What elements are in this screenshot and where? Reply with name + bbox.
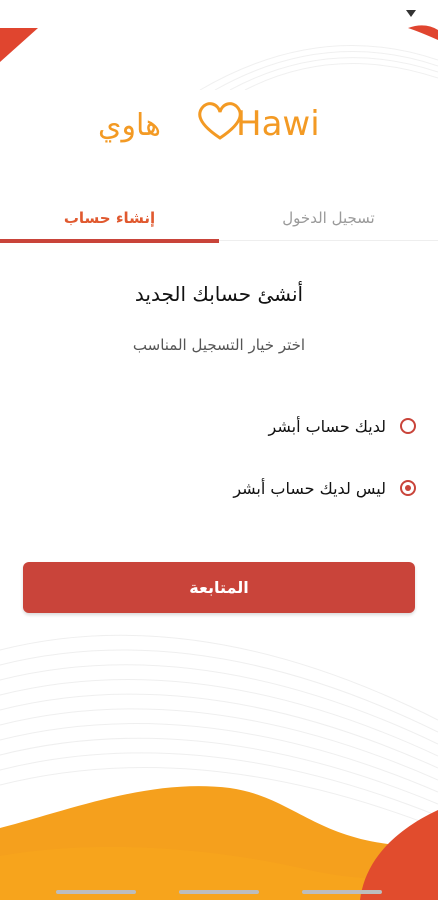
auth-tabs: تسجيل الدخول إنشاء حساب bbox=[0, 196, 438, 243]
radio-no-absher[interactable] bbox=[400, 480, 416, 496]
tab-login-label: تسجيل الدخول bbox=[282, 209, 375, 227]
page-subtitle: اختر خيار التسجيل المناسب bbox=[132, 336, 306, 354]
option-no-absher-label: ليس لديك حساب أبشر bbox=[233, 478, 386, 498]
app-logo: هاوي Hawi bbox=[98, 98, 348, 160]
logo-english-text: Hawi bbox=[236, 104, 320, 144]
continue-button[interactable]: المتابعة bbox=[23, 562, 415, 613]
tab-register-label: إنشاء حساب bbox=[63, 209, 156, 227]
option-no-absher[interactable]: ليس لديك حساب أبشر bbox=[233, 472, 416, 504]
system-nav-bar bbox=[0, 878, 438, 900]
option-has-absher[interactable]: لديك حساب أبشر bbox=[269, 410, 416, 442]
nav-recent-button[interactable] bbox=[56, 890, 136, 894]
tab-login[interactable]: تسجيل الدخول bbox=[219, 196, 438, 240]
page-title: أنشئ حسابك الجديد bbox=[134, 282, 304, 306]
logo-arabic-text: هاوي bbox=[98, 108, 161, 143]
nav-home-button[interactable] bbox=[179, 890, 259, 894]
bottom-decoration bbox=[0, 634, 438, 900]
top-decoration bbox=[0, 25, 438, 90]
nav-back-button[interactable] bbox=[302, 890, 382, 894]
active-tab-indicator bbox=[0, 239, 219, 243]
option-has-absher-label: لديك حساب أبشر bbox=[268, 416, 386, 436]
radio-has-absher[interactable] bbox=[400, 418, 416, 434]
register-screen: هاوي Hawi تسجيل الدخول إنشاء حساب أنشئ ح… bbox=[0, 0, 438, 900]
tab-register[interactable]: إنشاء حساب bbox=[0, 196, 219, 243]
wifi-signal-icon bbox=[406, 10, 416, 17]
